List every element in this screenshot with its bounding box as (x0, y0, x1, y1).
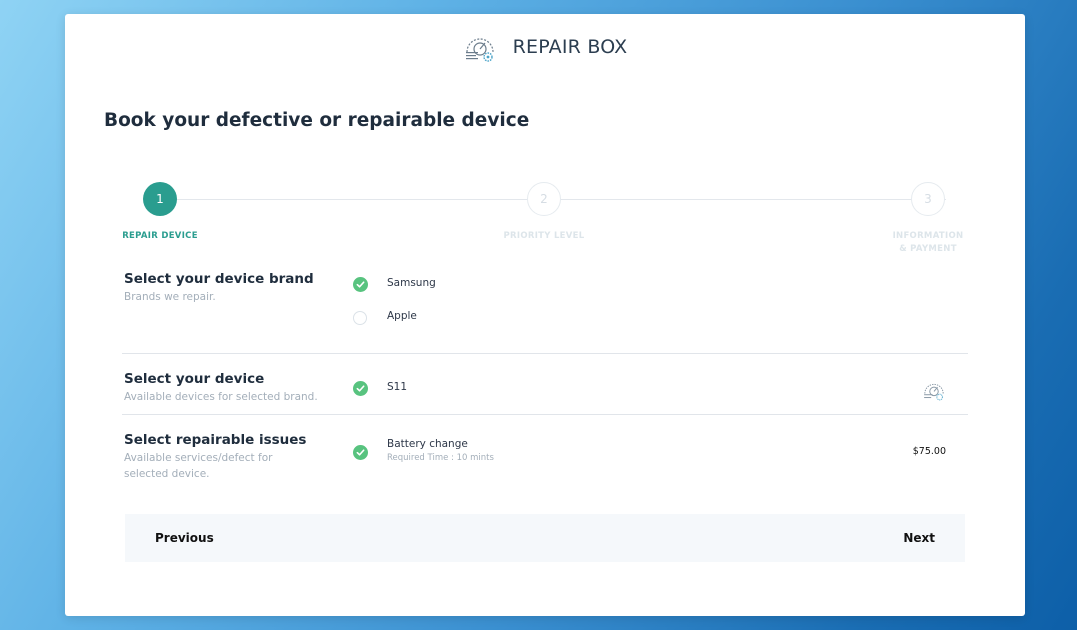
step-label: PRIORITY LEVEL (503, 231, 585, 241)
brand-option-apple[interactable]: Apple (353, 310, 417, 325)
step-number: 3 (911, 182, 945, 216)
checked-icon (353, 445, 368, 460)
issue-required-time: Required Time : 10 mints (387, 453, 494, 463)
brand-option-label: Apple (387, 310, 417, 322)
wizard-navigation: Previous Next (125, 514, 965, 562)
issues-section: Select repairable issues Available servi… (122, 431, 968, 501)
step-repair-device[interactable]: 1 REPAIR DEVICE (90, 182, 230, 243)
step-number: 2 (527, 182, 561, 216)
repair-box-logo-icon (465, 38, 494, 62)
section-divider (122, 414, 968, 415)
brand-section-subtitle: Brands we repair. (124, 291, 216, 303)
progress-stepper: 1 REPAIR DEVICE 2 PRIORITY LEVEL 3 INFOR… (65, 182, 1025, 272)
brand-section: Select your device brand Brands we repai… (122, 270, 968, 350)
unchecked-radio-icon (353, 311, 367, 325)
issues-section-subtitle: Available services/defect for selected d… (124, 452, 273, 480)
step-label: REPAIR DEVICE (122, 231, 198, 241)
page-title: Book your defective or repairable device (104, 110, 530, 131)
device-option-s11[interactable]: S11 (353, 381, 407, 396)
issue-price: $75.00 (912, 446, 946, 457)
step-information-payment[interactable]: 3 INFORMATION & PAYMENT (858, 182, 998, 256)
issue-option-battery-change[interactable]: Battery change Required Time : 10 mints (353, 438, 953, 463)
device-section-title: Select your device (124, 371, 265, 387)
section-divider (122, 353, 968, 354)
brand-header: REPAIR BOX (65, 30, 1025, 64)
brand-option-label: Samsung (387, 277, 436, 289)
brand-name: REPAIR BOX (512, 36, 628, 58)
step-priority-level[interactable]: 2 PRIORITY LEVEL (474, 182, 614, 243)
issue-option-label: Battery change (387, 438, 468, 450)
step-label: INFORMATION & PAYMENT (892, 231, 964, 254)
issues-section-title: Select repairable issues (124, 432, 307, 448)
previous-button[interactable]: Previous (155, 514, 214, 562)
device-section: Select your device Available devices for… (122, 370, 968, 414)
device-option-label: S11 (387, 381, 408, 393)
next-button[interactable]: Next (903, 514, 935, 562)
device-thumbnail-icon (924, 383, 944, 401)
checked-icon (353, 381, 368, 396)
device-section-subtitle: Available devices for selected brand. (124, 391, 318, 403)
step-number: 1 (143, 182, 177, 216)
brand-option-samsung[interactable]: Samsung (353, 277, 436, 292)
checked-icon (353, 277, 368, 292)
booking-card: REPAIR BOX Book your defective or repair… (65, 14, 1025, 616)
brand-section-title: Select your device brand (124, 271, 314, 287)
